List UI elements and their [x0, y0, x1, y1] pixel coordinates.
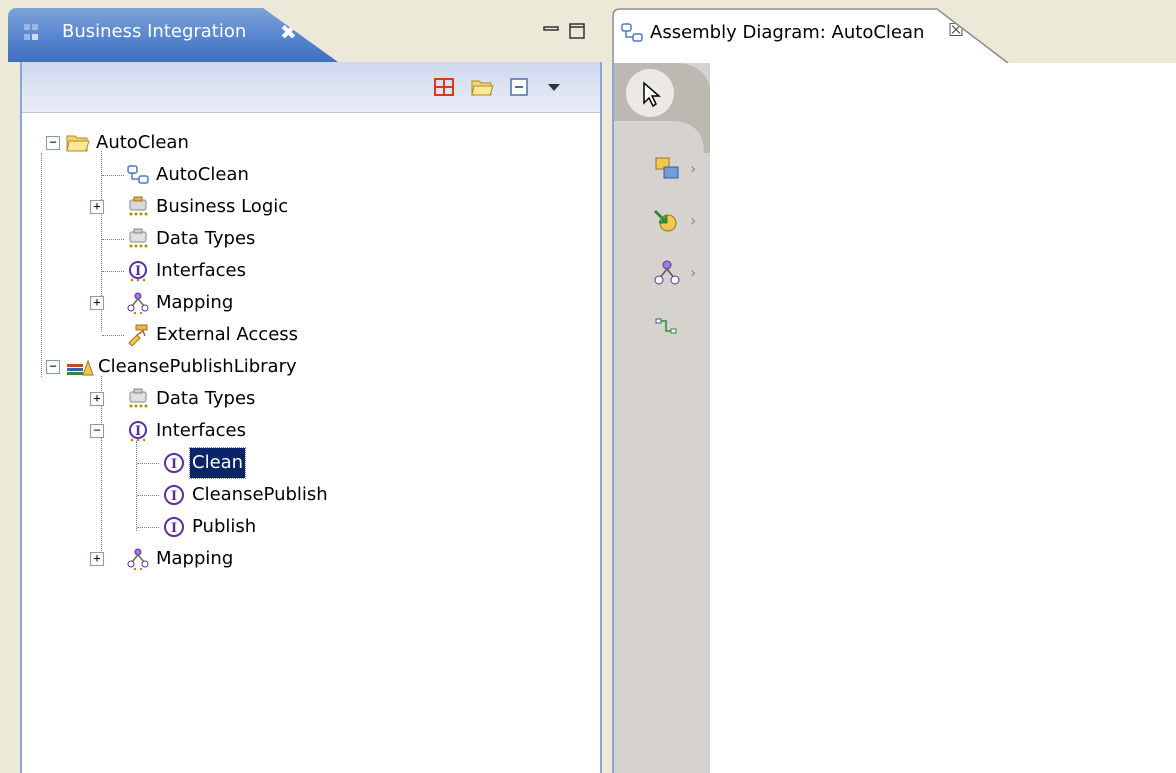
- tree-item-label: CleansePublishLibrary: [98, 356, 297, 377]
- expand-toggle[interactable]: +: [90, 552, 104, 566]
- palette: › › ›: [612, 63, 712, 773]
- business-integration-view: Business Integration ✖ − AutoClean AutoC…: [8, 8, 602, 773]
- external-access-icon: [126, 324, 150, 347]
- svg-text:I: I: [171, 489, 177, 504]
- collapse-toggle[interactable]: −: [90, 424, 104, 438]
- tab-business-integration[interactable]: Business Integration ✖: [8, 8, 338, 62]
- tree-item-label: Interfaces: [156, 420, 246, 441]
- tree-line: [102, 335, 124, 336]
- interface-icon: I: [126, 260, 150, 282]
- collapse-all-icon[interactable]: [508, 76, 532, 98]
- expand-arrow-icon[interactable]: ›: [690, 263, 696, 282]
- tree-line: [137, 495, 159, 496]
- tree-line: [136, 441, 137, 531]
- tree-item-label: Mapping: [156, 292, 234, 313]
- library-icon: [66, 356, 94, 378]
- palette-header-shape: [614, 63, 712, 153]
- expand-arrow-icon[interactable]: ›: [690, 159, 696, 178]
- tree-item-library-mapping[interactable]: + Mapping: [90, 544, 290, 574]
- tree-item-library-data-types[interactable]: + Data Types: [90, 384, 310, 414]
- mapping-icon: [126, 292, 150, 315]
- tree-item-data-types[interactable]: Data Types: [126, 224, 326, 254]
- imports-exports-icon[interactable]: [652, 207, 682, 235]
- view-body: − AutoClean AutoClean + Business Logic D…: [20, 62, 602, 773]
- tree-item-label: External Access: [156, 324, 299, 345]
- collapse-toggle[interactable]: −: [46, 360, 60, 374]
- svg-text:I: I: [171, 457, 177, 472]
- tree-item-label: AutoClean: [96, 132, 189, 153]
- tree-item-label: Mapping: [156, 548, 234, 569]
- tree-item-label: AutoClean: [156, 164, 249, 185]
- tree-line: [102, 175, 124, 176]
- mapping-components-icon[interactable]: [652, 259, 682, 287]
- collapse-toggle[interactable]: −: [46, 136, 60, 150]
- tree-item-clean[interactable]: I Clean: [162, 447, 302, 479]
- tree-item-label: CleansePublish: [192, 484, 328, 505]
- expand-toggle[interactable]: +: [90, 392, 104, 406]
- open-folder-icon: [66, 132, 90, 154]
- assembly-editor: Assembly Diagram: AutoClean ☒ › › ›: [612, 8, 1176, 773]
- business-integration-icon: [22, 22, 40, 44]
- diagram-canvas[interactable]: [710, 63, 1176, 773]
- tree-line: [102, 271, 124, 272]
- view-tab-strip: Business Integration ✖: [8, 8, 600, 62]
- tree-item-interfaces[interactable]: I Interfaces: [126, 256, 326, 286]
- business-logic-icon: [126, 196, 150, 218]
- mapping-icon: [126, 548, 150, 571]
- tree-line: [137, 463, 159, 464]
- view-title: Business Integration: [62, 21, 247, 42]
- interface-icon: I: [162, 516, 186, 538]
- tree-item-label: Business Logic: [156, 196, 289, 217]
- view-toolbar: [22, 62, 600, 113]
- editor-tab-strip: Assembly Diagram: AutoClean ☒: [612, 8, 1176, 64]
- minimize-icon[interactable]: [542, 22, 560, 40]
- tree-item-external-access[interactable]: External Access: [126, 320, 366, 350]
- tree-line: [41, 153, 42, 377]
- interface-icon: I: [162, 484, 186, 506]
- tree-line: [102, 239, 124, 240]
- components-icon[interactable]: [652, 155, 682, 183]
- tree-item-label: Data Types: [156, 388, 256, 409]
- tree-item-mapping[interactable]: + Mapping: [90, 288, 290, 318]
- tree-item-assembly-diagram[interactable]: AutoClean: [126, 160, 326, 190]
- view-menu-icon[interactable]: [542, 76, 566, 98]
- interface-icon: I: [126, 420, 150, 442]
- interface-icon: I: [162, 452, 186, 474]
- svg-text:I: I: [135, 264, 141, 279]
- data-types-icon: [126, 388, 150, 410]
- expand-toggle[interactable]: +: [90, 296, 104, 310]
- tab-outline: [612, 8, 1009, 64]
- svg-text:I: I: [171, 521, 177, 536]
- svg-text:I: I: [135, 424, 141, 439]
- tree-item-business-logic[interactable]: + Business Logic: [90, 192, 340, 222]
- open-folder-icon[interactable]: [470, 76, 494, 98]
- assembly-diagram-icon: [126, 164, 150, 186]
- tree-item-autoclean-project[interactable]: − AutoClean: [46, 128, 346, 158]
- tree-item-publish[interactable]: I Publish: [162, 512, 362, 542]
- tree-item-cleansepublish[interactable]: I CleansePublish: [162, 480, 362, 510]
- tree-item-library-interfaces[interactable]: − I Interfaces: [90, 416, 310, 446]
- expand-toggle[interactable]: +: [90, 200, 104, 214]
- tree-line: [137, 527, 159, 528]
- tree-item-label-selected: Clean: [188, 447, 247, 479]
- tree-item-label: Interfaces: [156, 260, 246, 281]
- tree-item-label: Publish: [192, 516, 257, 537]
- wire-icon[interactable]: [652, 313, 682, 341]
- tree-item-library-project[interactable]: − CleansePublishLibrary: [46, 352, 366, 382]
- select-pointer-icon[interactable]: [636, 79, 666, 108]
- close-view-icon[interactable]: ✖: [280, 20, 297, 44]
- data-types-icon: [126, 228, 150, 250]
- grid-icon[interactable]: [432, 76, 456, 98]
- expand-arrow-icon[interactable]: ›: [690, 211, 696, 230]
- tree-item-label: Data Types: [156, 228, 256, 249]
- maximize-icon[interactable]: [568, 22, 586, 40]
